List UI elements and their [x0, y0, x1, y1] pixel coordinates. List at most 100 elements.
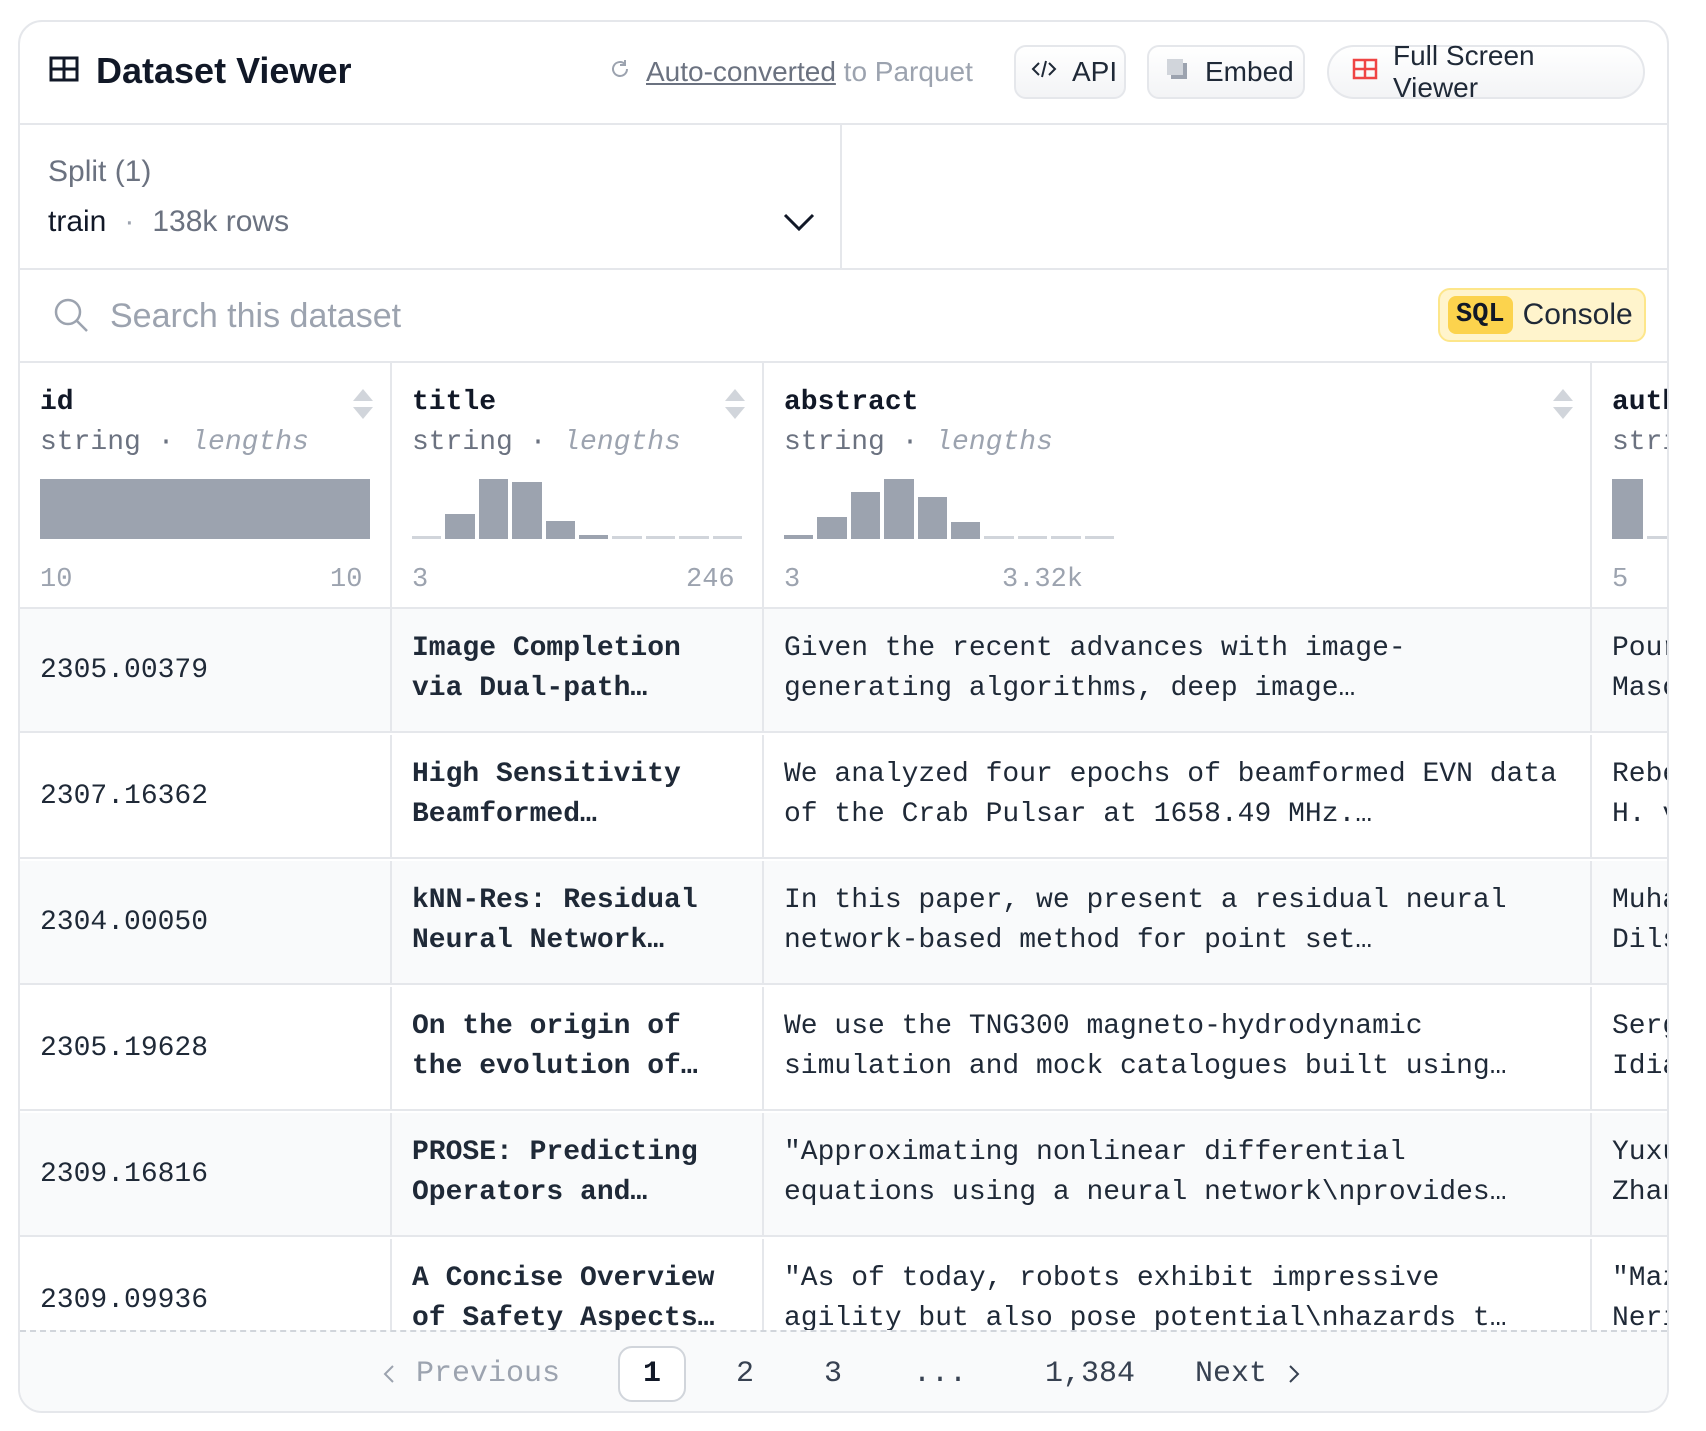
- column-histogram: [412, 479, 742, 539]
- search-input[interactable]: [110, 288, 1010, 344]
- column-name: id: [40, 387, 74, 418]
- cell-text: 2307.16362: [40, 781, 209, 812]
- cell-abstract[interactable]: "Approximating nonlinear differential eq…: [764, 1113, 1592, 1237]
- cell-id[interactable]: 2304.00050: [20, 861, 392, 985]
- cell-title[interactable]: A Concise Overview of Safety Aspects…: [392, 1239, 764, 1330]
- cell-abstract[interactable]: In this paper, we present a residual neu…: [764, 861, 1592, 985]
- histogram-bar[interactable]: [612, 536, 642, 539]
- histogram-bar[interactable]: [984, 536, 1014, 539]
- histogram-bar[interactable]: [917, 497, 947, 539]
- cell-text: 2309.09936: [40, 1285, 209, 1316]
- split-selector[interactable]: Split (1) train · 138k rows: [20, 125, 842, 268]
- table-row[interactable]: 2304.00050 kNN-Res: Residual Neural Netwo…: [20, 861, 1667, 985]
- cell-title[interactable]: Image Completion via Dual-path…: [392, 609, 764, 733]
- cell-id[interactable]: 2305.00379: [20, 609, 392, 733]
- code-icon: [1030, 55, 1058, 90]
- table-row[interactable]: 2307.16362 High Sensitivity Beamformed… We…: [20, 735, 1667, 859]
- sql-console-button[interactable]: SQL Console: [1438, 288, 1646, 342]
- previous-page-button[interactable]: Previous: [380, 1346, 560, 1402]
- table-row[interactable]: 2305.00379 Image Completion via Dual-path…: [20, 609, 1667, 733]
- cell-text: "Mazin Neri: [1612, 1263, 1667, 1330]
- cell-authors[interactable]: Sergio Idiart: [1592, 987, 1667, 1111]
- cell-text: Muhammad Dilshad: [1612, 885, 1667, 956]
- cell-text: We use the TNG300 magneto-hydrodynamic s…: [784, 1011, 1507, 1082]
- histogram-bar[interactable]: [679, 536, 709, 539]
- cell-text: kNN-Res: Residual Neural Network…: [412, 885, 698, 956]
- column-type: string · lengths: [40, 427, 309, 458]
- cell-text: High Sensitivity Beamformed…: [412, 759, 681, 830]
- search-row: SQL Console: [20, 270, 1667, 363]
- cell-title[interactable]: kNN-Res: Residual Neural Network…: [392, 861, 764, 985]
- column-type: string · lengths: [784, 427, 1053, 458]
- next-page-button[interactable]: Next: [1195, 1346, 1303, 1402]
- histogram-bar[interactable]: [478, 479, 509, 539]
- table-row[interactable]: 2305.19628 On the origin of the evolution…: [20, 987, 1667, 1111]
- histogram-bar[interactable]: [1647, 536, 1667, 539]
- page-button-2[interactable]: 2: [725, 1346, 765, 1402]
- embed-button[interactable]: Embed: [1147, 45, 1305, 99]
- table-row[interactable]: 2309.16816 PROSE: Predicting Operators an…: [20, 1113, 1667, 1237]
- column-header-title[interactable]: title string · lengths 3 246: [392, 363, 764, 609]
- api-button[interactable]: API: [1014, 45, 1126, 99]
- histogram-bar[interactable]: [951, 522, 981, 539]
- page-button-last[interactable]: 1,384: [1025, 1346, 1155, 1402]
- cell-authors[interactable]: Muhammad Dilshad: [1592, 861, 1667, 985]
- histogram-bar[interactable]: [1084, 536, 1114, 539]
- cell-abstract[interactable]: "As of today, robots exhibit impressive …: [764, 1239, 1592, 1330]
- histogram-bar[interactable]: [884, 479, 914, 539]
- histogram-bar[interactable]: [645, 536, 676, 539]
- cell-abstract[interactable]: We use the TNG300 magneto-hydrodynamic s…: [764, 987, 1592, 1111]
- parquet-info: Auto-converted to Parquet: [608, 56, 973, 88]
- histogram-bar[interactable]: [1017, 536, 1048, 539]
- histogram-bar[interactable]: [579, 535, 609, 539]
- histogram-bar[interactable]: [712, 536, 742, 539]
- histogram-bar[interactable]: [850, 492, 881, 539]
- cell-title[interactable]: High Sensitivity Beamformed…: [392, 735, 764, 859]
- cell-id[interactable]: 2307.16362: [20, 735, 392, 859]
- histogram-bar[interactable]: [412, 536, 442, 539]
- histogram-bar[interactable]: [545, 521, 575, 539]
- column-header-authors[interactable]: authors string · lengths 5: [1592, 363, 1667, 609]
- chevron-down-icon[interactable]: [782, 211, 816, 233]
- cell-text: Yuxuan Zhang: [1612, 1137, 1667, 1208]
- cell-authors[interactable]: Yuxuan Zhang: [1592, 1113, 1667, 1237]
- histogram-bar[interactable]: [1612, 479, 1643, 539]
- cell-authors[interactable]: Pouria Masoumi: [1592, 609, 1667, 733]
- cell-title[interactable]: PROSE: Predicting Operators and…: [392, 1113, 764, 1237]
- cell-abstract[interactable]: We analyzed four epochs of beamformed EV…: [764, 735, 1592, 859]
- sort-icon[interactable]: [352, 387, 374, 421]
- cell-text: 2309.16816: [40, 1159, 209, 1190]
- cell-abstract[interactable]: Given the recent advances with image-gen…: [764, 609, 1592, 733]
- sort-icon[interactable]: [1552, 387, 1574, 421]
- histogram-bar[interactable]: [784, 535, 814, 539]
- pagination: Previous 1 2 3 ... 1,384 Next: [20, 1330, 1667, 1411]
- sort-icon[interactable]: [724, 387, 746, 421]
- cell-authors[interactable]: Rebecca H. van: [1592, 735, 1667, 859]
- range-min: 3: [412, 565, 429, 595]
- parquet-link[interactable]: Auto-converted: [646, 56, 836, 87]
- histogram-bar[interactable]: [445, 513, 475, 539]
- page-button-3[interactable]: 3: [813, 1346, 853, 1402]
- page-button-1[interactable]: 1: [618, 1346, 686, 1402]
- column-header-abstract[interactable]: abstract string · lengths 3 3.32k: [764, 363, 1592, 609]
- viewer-header: Dataset Viewer Auto-converted to Parquet…: [20, 22, 1667, 125]
- histogram-bar[interactable]: [817, 517, 847, 539]
- histogram-bar[interactable]: [512, 482, 542, 539]
- cell-text: On the origin of the evolution of…: [412, 1011, 698, 1082]
- full-screen-viewer-button[interactable]: Full Screen Viewer: [1327, 40, 1645, 103]
- page-ellipsis: ...: [912, 1357, 967, 1391]
- cell-id[interactable]: 2309.09936: [20, 1239, 392, 1330]
- histogram-bar[interactable]: [1051, 536, 1081, 539]
- histogram-bar[interactable]: [40, 479, 370, 539]
- column-header-id[interactable]: id string · lengths 10 10: [20, 363, 392, 609]
- cell-authors[interactable]: "Mazin Neri: [1592, 1239, 1667, 1330]
- cell-text: A Concise Overview of Safety Aspects…: [412, 1263, 715, 1330]
- cell-text: In this paper, we present a residual neu…: [784, 885, 1507, 956]
- cell-text: We analyzed four epochs of beamformed EV…: [784, 759, 1557, 830]
- range-min: 3: [784, 565, 801, 595]
- table-row[interactable]: 2309.09936 A Concise Overview of Safety A…: [20, 1239, 1667, 1330]
- range-min: 5: [1612, 565, 1629, 595]
- cell-id[interactable]: 2305.19628: [20, 987, 392, 1111]
- cell-id[interactable]: 2309.16816: [20, 1113, 392, 1237]
- cell-title[interactable]: On the origin of the evolution of…: [392, 987, 764, 1111]
